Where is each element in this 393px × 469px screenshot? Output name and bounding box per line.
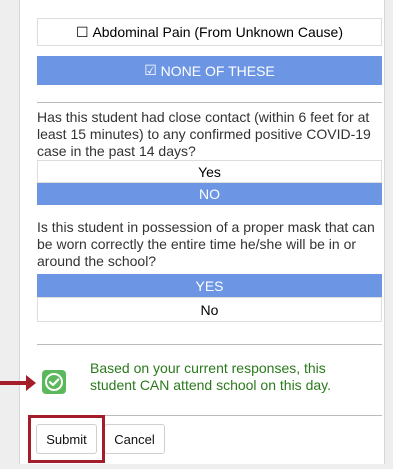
status-message: Based on your current responses, this st…	[90, 360, 331, 393]
question-mask: Is this student in possession of a prope…	[37, 219, 375, 269]
checkbox-checked-icon: ☑	[144, 62, 157, 78]
submit-highlight-box	[28, 415, 105, 463]
right-margin	[385, 0, 393, 469]
annotation-arrow	[0, 381, 28, 385]
divider	[37, 344, 382, 345]
attendance-status: Based on your current responses, this st…	[42, 360, 356, 400]
check-icon	[42, 370, 66, 394]
mask-option-no[interactable]: No	[37, 297, 382, 322]
contact-option-yes[interactable]: Yes	[37, 160, 382, 183]
divider	[37, 102, 382, 103]
contact-option-no[interactable]: NO	[37, 183, 382, 205]
question-close-contact: Has this student had close contact (with…	[37, 109, 371, 159]
checkbox-unchecked-icon: ☐	[75, 23, 89, 40]
cancel-button[interactable]: Cancel	[104, 424, 165, 454]
mask-option-yes[interactable]: YES	[37, 274, 382, 297]
left-border	[19, 0, 20, 469]
annotation-arrow-head-icon	[26, 375, 36, 391]
symptom-option-none-of-these[interactable]: ☑ NONE OF THESE	[37, 56, 382, 85]
left-margin	[0, 0, 20, 469]
symptom-option-abdominal-pain[interactable]: ☐ Abdominal Pain (From Unknown Cause)	[37, 18, 382, 46]
symptom-option-label: NONE OF THESE	[160, 62, 275, 79]
symptom-option-label: Abdominal Pain (From Unknown Cause)	[92, 24, 343, 40]
right-border	[384, 0, 385, 469]
bottom-margin	[0, 464, 393, 469]
